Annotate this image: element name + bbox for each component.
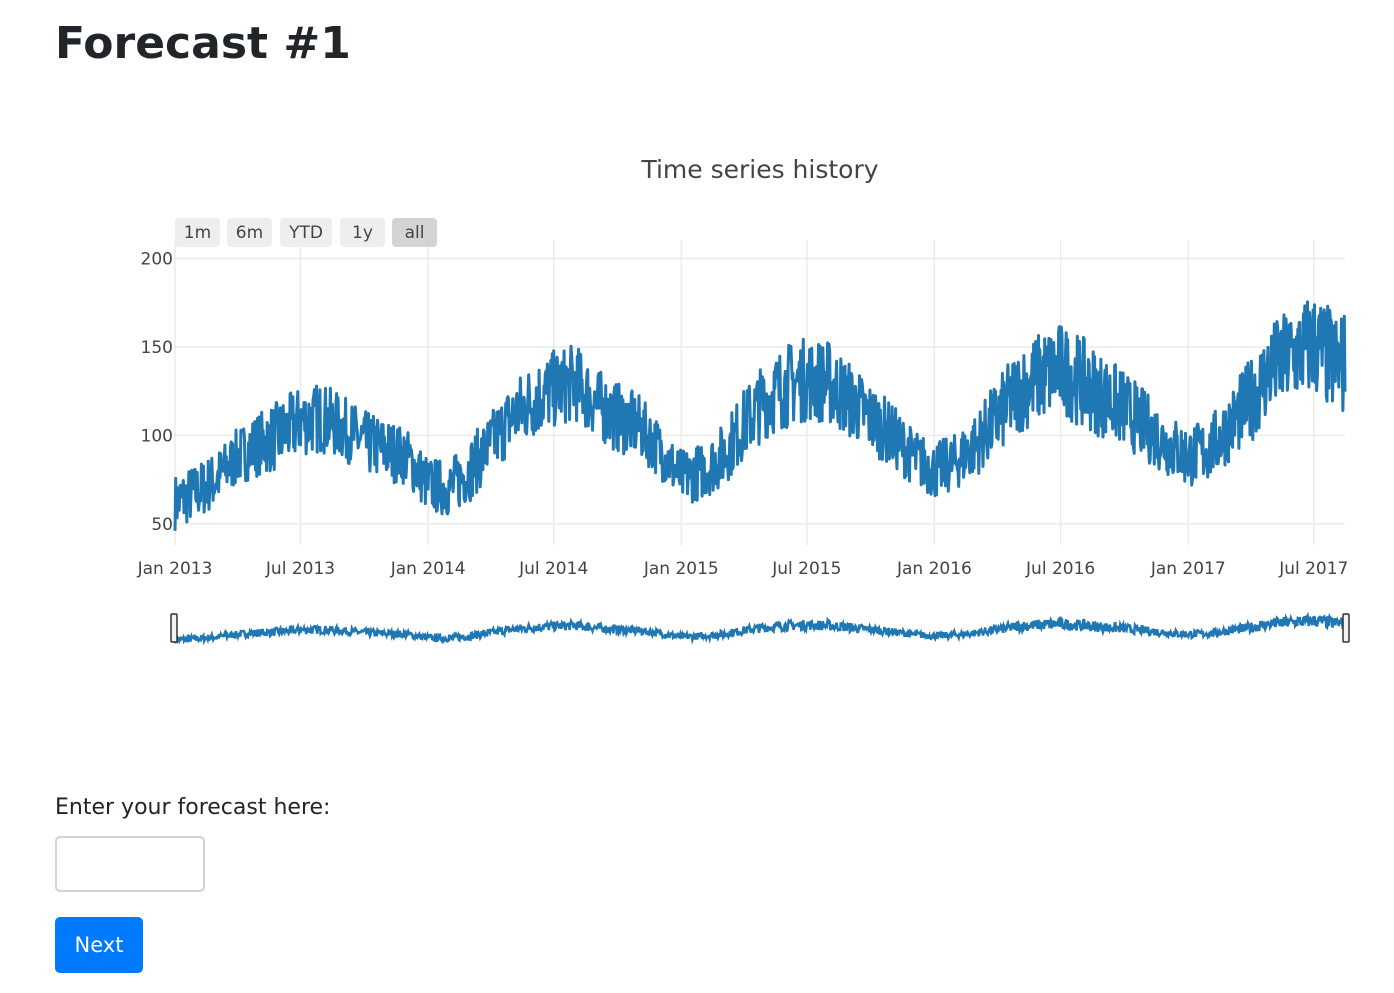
y-tick-label: 200 <box>141 250 173 270</box>
x-tick-label: Jul 2014 <box>518 559 588 579</box>
range-button-all[interactable]: all <box>392 218 437 247</box>
y-tick-label: 50 <box>151 515 173 535</box>
chart-title: Time series history <box>640 155 878 184</box>
page: Forecast #1 Time series history 50 100 150… <box>0 0 1394 993</box>
time-series-chart: Time series history 50 100 150 200 Jan 2013… <box>0 140 1394 680</box>
page-title: Forecast #1 <box>55 18 351 69</box>
range-button-1m[interactable]: 1m <box>175 218 220 247</box>
x-tick-label: Jan 2014 <box>390 559 466 579</box>
x-tick-label: Jan 2013 <box>137 559 213 579</box>
range-button-6m[interactable]: 6m <box>227 218 272 247</box>
x-tick-label: Jul 2017 <box>1278 559 1348 579</box>
next-button[interactable]: Next <box>55 917 143 973</box>
series-layer <box>173 300 1347 531</box>
range-slider-series <box>173 611 1347 646</box>
x-tick-label: Jul 2015 <box>771 559 841 579</box>
x-tick-label: Jul 2016 <box>1025 559 1095 579</box>
range-slider-left-handle[interactable] <box>170 613 178 643</box>
x-tick-label: Jan 2015 <box>643 559 719 579</box>
range-slider-right-handle[interactable] <box>1342 613 1350 643</box>
x-axis-ticks: Jan 2013 Jul 2013 Jan 2014 Jul 2014 Jan 2015… <box>137 559 1349 579</box>
range-button-1y[interactable]: 1y <box>340 218 385 247</box>
forecast-input[interactable] <box>55 836 205 892</box>
y-tick-label: 100 <box>141 426 173 446</box>
x-tick-label: Jan 2017 <box>1150 559 1226 579</box>
y-tick-label: 150 <box>141 338 173 358</box>
range-slider[interactable] <box>170 611 1350 646</box>
y-axis-ticks: 50 100 150 200 <box>141 250 173 535</box>
x-tick-label: Jul 2013 <box>265 559 335 579</box>
series-line <box>173 300 1347 531</box>
forecast-label: Enter your forecast here: <box>55 795 331 820</box>
range-button-ytd[interactable]: YTD <box>280 218 332 247</box>
x-tick-label: Jan 2016 <box>896 559 972 579</box>
